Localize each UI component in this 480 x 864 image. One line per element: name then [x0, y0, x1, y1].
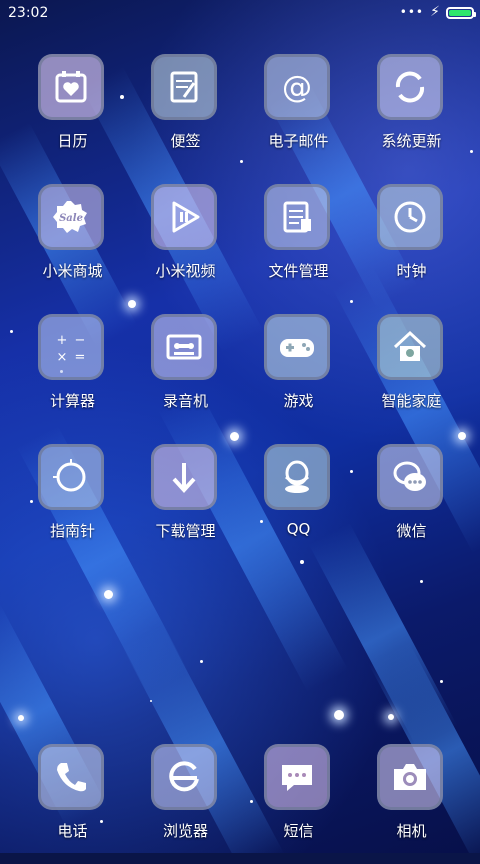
- svg-text:Sale: Sale: [59, 213, 83, 224]
- dock-app-browser[interactable]: 浏览器: [129, 744, 242, 864]
- notes-icon: [151, 54, 217, 120]
- store-icon: Sale: [38, 184, 104, 250]
- app-smarthome[interactable]: 智能家庭: [355, 314, 468, 434]
- calculator-icon: + − × =: [38, 314, 104, 380]
- app-calendar[interactable]: 日历: [16, 54, 129, 174]
- home-screen-grid: 日历 便签 @ 电子邮件 系统更新 Sale 小米商城 小米视频 文件管理 时钟 + − × = 计算器 录音…: [0, 0, 480, 853]
- app-label: 系统更新: [381, 132, 442, 150]
- app-wechat[interactable]: 微信: [355, 444, 468, 564]
- app-label: 微信: [396, 522, 427, 540]
- compass-icon: [38, 444, 104, 510]
- app-files[interactable]: 文件管理: [242, 184, 355, 304]
- calendar-icon: [38, 54, 104, 120]
- app-label: 便签: [170, 132, 201, 150]
- update-icon: [377, 54, 443, 120]
- app-calculator[interactable]: + − × = 计算器: [16, 314, 129, 434]
- app-label: 指南针: [49, 522, 95, 540]
- smarthome-icon: [377, 314, 443, 380]
- recorder-icon: [151, 314, 217, 380]
- app-game[interactable]: 游戏: [242, 314, 355, 434]
- app-qq[interactable]: QQ: [242, 444, 355, 564]
- message-icon: [264, 744, 330, 810]
- app-label: 智能家庭: [381, 392, 442, 410]
- svg-text:×: ×: [57, 350, 68, 365]
- app-compass[interactable]: 指南针: [16, 444, 129, 564]
- wechat-icon: [377, 444, 443, 510]
- files-icon: [264, 184, 330, 250]
- app-label: QQ: [286, 520, 311, 538]
- svg-text:+: +: [57, 333, 68, 348]
- app-label: 相机: [396, 822, 427, 840]
- dock-app-phone[interactable]: 电话: [16, 744, 129, 864]
- svg-text:=: =: [75, 350, 86, 365]
- phone-icon: [38, 744, 104, 810]
- dock-app-message[interactable]: 短信: [242, 744, 355, 864]
- app-notes[interactable]: 便签: [129, 54, 242, 174]
- app-label: 日历: [57, 132, 88, 150]
- camera-icon: [377, 744, 443, 810]
- app-video[interactable]: 小米视频: [129, 184, 242, 304]
- app-label: 计算器: [49, 392, 95, 410]
- app-label: 电子邮件: [268, 132, 329, 150]
- download-icon: [151, 444, 217, 510]
- svg-text:−: −: [75, 333, 86, 348]
- app-download[interactable]: 下载管理: [129, 444, 242, 564]
- app-update[interactable]: 系统更新: [355, 54, 468, 174]
- qq-icon: [264, 444, 330, 510]
- app-recorder[interactable]: 录音机: [129, 314, 242, 434]
- app-label: 浏览器: [162, 822, 208, 840]
- email-icon: @: [264, 54, 330, 120]
- app-label: 小米视频: [155, 262, 216, 280]
- app-clock[interactable]: 时钟: [355, 184, 468, 304]
- game-icon: [264, 314, 330, 380]
- app-label: 下载管理: [155, 522, 216, 540]
- app-label: 小米商城: [42, 262, 103, 280]
- dock-app-camera[interactable]: 相机: [355, 744, 468, 864]
- video-icon: [151, 184, 217, 250]
- app-label: 游戏: [283, 392, 314, 410]
- app-store[interactable]: Sale 小米商城: [16, 184, 129, 304]
- app-label: 文件管理: [268, 262, 329, 280]
- app-label: 电话: [57, 822, 88, 840]
- browser-icon: [151, 744, 217, 810]
- clock-icon: [377, 184, 443, 250]
- app-label: 时钟: [396, 262, 427, 280]
- svg-text:@: @: [282, 70, 312, 105]
- app-label: 短信: [283, 822, 314, 840]
- app-label: 录音机: [162, 392, 208, 410]
- app-email[interactable]: @ 电子邮件: [242, 54, 355, 174]
